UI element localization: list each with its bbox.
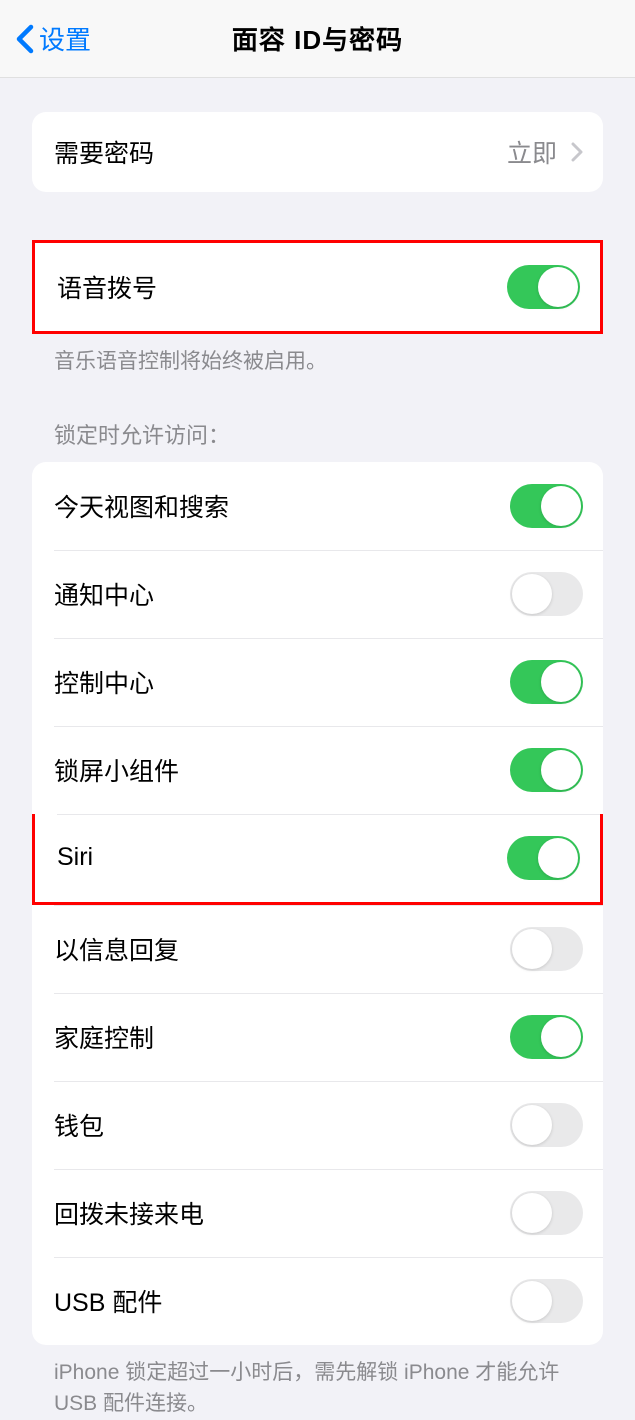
- lock-access-item-label: 锁屏小组件: [54, 752, 179, 788]
- lock-access-item-label: 控制中心: [54, 664, 154, 700]
- lock-access-row: USB 配件: [32, 1257, 603, 1345]
- require-passcode-label: 需要密码: [54, 134, 154, 170]
- lock-access-item-label: 以信息回复: [54, 931, 179, 967]
- require-passcode-row[interactable]: 需要密码 立即: [32, 112, 603, 192]
- lock-access-item-label: 家庭控制: [54, 1019, 154, 1055]
- require-passcode-card: 需要密码 立即: [32, 112, 603, 192]
- lock-access-row: Siri: [32, 814, 603, 905]
- page-title: 面容 ID与密码: [232, 20, 403, 57]
- require-passcode-value: 立即: [507, 134, 557, 170]
- lock-access-row: 钱包: [32, 1081, 603, 1169]
- voice-dial-label: 语音拨号: [57, 269, 157, 305]
- lock-access-toggle[interactable]: [507, 836, 580, 880]
- lock-access-row: 锁屏小组件: [32, 726, 603, 814]
- lock-access-row: 通知中心: [32, 550, 603, 638]
- voice-dial-row: 语音拨号: [35, 243, 600, 331]
- header: 设置 面容 ID与密码: [0, 0, 635, 78]
- lock-access-footer: iPhone 锁定超过一小时后，需先解锁 iPhone 才能允许 USB 配件连…: [32, 1345, 603, 1420]
- voice-dial-footer: 音乐语音控制将始终被启用。: [32, 334, 603, 378]
- lock-access-toggle[interactable]: [510, 1015, 583, 1059]
- chevron-left-icon: [14, 24, 36, 54]
- lock-access-toggle[interactable]: [510, 748, 583, 792]
- lock-access-row: 今天视图和搜索: [32, 462, 603, 550]
- lock-access-toggle[interactable]: [510, 927, 583, 971]
- lock-access-item-label: 钱包: [54, 1107, 104, 1143]
- back-label: 设置: [39, 20, 91, 57]
- lock-access-toggle[interactable]: [510, 1103, 583, 1147]
- lock-access-row: 家庭控制: [32, 993, 603, 1081]
- lock-access-toggle[interactable]: [510, 484, 583, 528]
- lock-access-item-label: USB 配件: [54, 1283, 162, 1319]
- require-passcode-value-group: 立即: [507, 134, 583, 170]
- lock-access-item-label: 今天视图和搜索: [54, 488, 229, 524]
- lock-access-header: 锁定时允许访问：: [32, 418, 603, 462]
- lock-access-row: 回拨未接来电: [32, 1169, 603, 1257]
- voice-dial-toggle[interactable]: [507, 265, 580, 309]
- lock-access-toggle[interactable]: [510, 660, 583, 704]
- lock-access-card: 今天视图和搜索通知中心控制中心锁屏小组件 Siri 以信息回复家庭控制钱包回拨未接来…: [32, 462, 603, 1345]
- lock-access-item-label: Siri: [57, 843, 93, 872]
- lock-access-row: 控制中心: [32, 638, 603, 726]
- lock-access-toggle[interactable]: [510, 1191, 583, 1235]
- lock-access-toggle[interactable]: [510, 1279, 583, 1323]
- lock-access-item-label: 回拨未接来电: [54, 1195, 204, 1231]
- back-button[interactable]: 设置: [14, 20, 91, 57]
- lock-access-item-label: 通知中心: [54, 576, 154, 612]
- lock-access-row: 以信息回复: [32, 905, 603, 993]
- voice-dial-highlight: 语音拨号: [32, 240, 603, 334]
- chevron-right-icon: [571, 142, 583, 162]
- lock-access-toggle[interactable]: [510, 572, 583, 616]
